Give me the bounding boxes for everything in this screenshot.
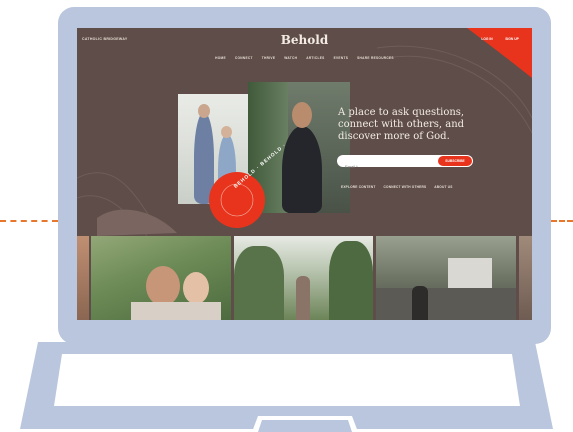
nav-item-share-resources[interactable]: SHARE RESOURCES <box>357 56 394 60</box>
nav-item-home[interactable]: HOME <box>215 56 226 60</box>
nav-item-events[interactable]: EVENTS <box>334 56 349 60</box>
laptop-base <box>20 342 553 432</box>
child-face <box>183 272 209 304</box>
link-connect-with-others[interactable]: CONNECT WITH OTHERS <box>384 185 427 189</box>
man-body <box>282 126 322 213</box>
website-screen: CATHOLIC BRIDGEWAY Behold HOME CONNECT T… <box>77 28 532 320</box>
nav-item-articles[interactable]: ARTICLES <box>306 56 324 60</box>
dashed-line-right <box>551 220 573 222</box>
person-standing <box>296 276 310 320</box>
strip-photo-street <box>376 236 516 320</box>
link-explore-content[interactable]: EXPLORE CONTENT <box>341 185 376 189</box>
nav-item-watch[interactable]: WATCH <box>284 56 297 60</box>
behold-badge <box>209 172 265 228</box>
strip-photo-father-child <box>91 236 231 320</box>
man-face <box>146 266 180 306</box>
hero-tagline: A place to ask questions, connect with o… <box>338 107 465 142</box>
road <box>376 288 516 320</box>
man-head <box>292 102 312 128</box>
main-nav: HOME CONNECT THRIVE WATCH ARTICLES EVENT… <box>77 56 532 60</box>
photo-strip <box>77 236 532 320</box>
child-head <box>221 126 232 138</box>
hero-links: EXPLORE CONTENT CONNECT WITH OTHERS ABOU… <box>341 185 453 189</box>
tree <box>329 241 373 320</box>
signup-button[interactable]: SIGN UP <box>500 35 524 43</box>
nav-item-connect[interactable]: CONNECT <box>235 56 253 60</box>
email-input[interactable] <box>337 160 425 173</box>
site-logo[interactable]: Behold <box>77 33 532 47</box>
person-head <box>198 104 210 118</box>
person-walking <box>412 286 428 320</box>
dashed-line-left <box>0 220 58 222</box>
tree <box>234 246 284 320</box>
link-about-us[interactable]: ABOUT US <box>434 185 452 189</box>
bus <box>448 258 492 288</box>
shirt <box>131 302 221 320</box>
subscribe-button[interactable]: SUBSCRIBE <box>438 156 472 166</box>
strip-photo-outdoor <box>234 236 373 320</box>
nav-item-thrive[interactable]: THRIVE <box>262 56 276 60</box>
strip-photo-edge-left <box>77 236 89 320</box>
login-button[interactable]: LOG IN <box>477 35 497 43</box>
strip-photo-edge-right <box>519 236 532 320</box>
